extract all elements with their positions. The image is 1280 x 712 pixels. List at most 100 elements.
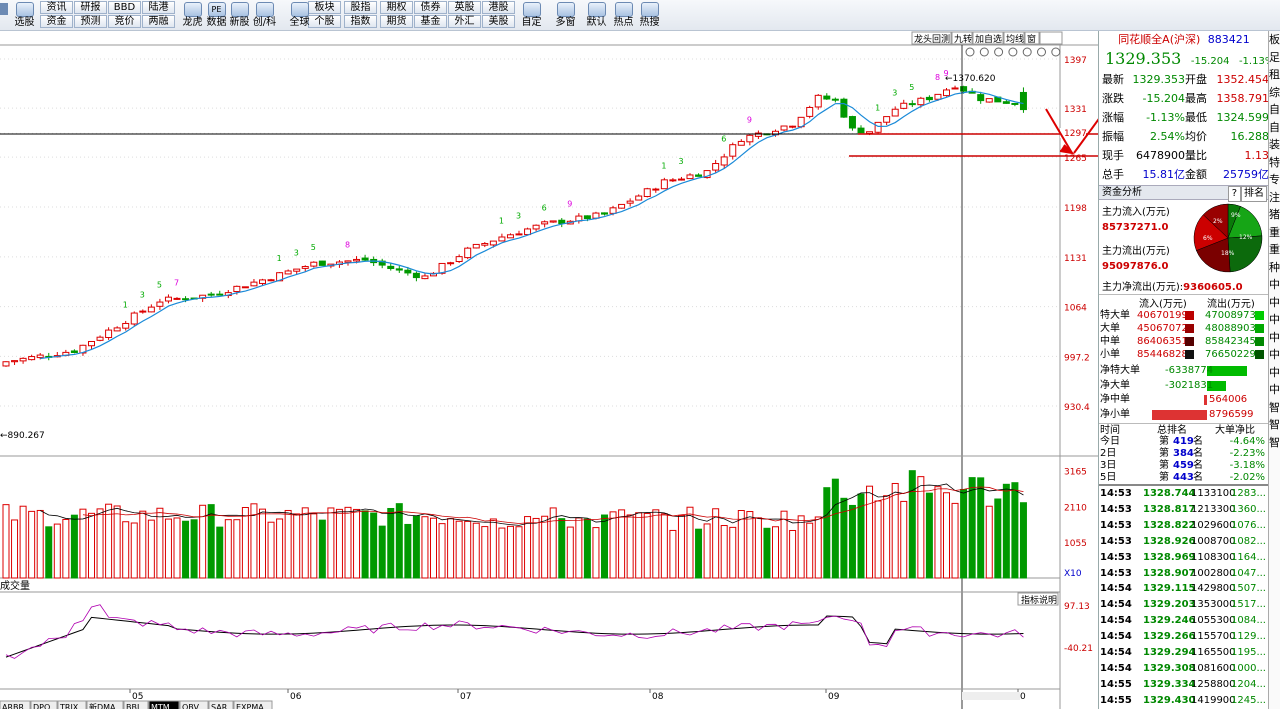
side-tab[interactable]: 自 xyxy=(1269,101,1280,119)
side-tab[interactable]: 中 xyxy=(1269,381,1280,399)
kline-chart-area[interactable]: 1397133112971265119811311064997.2930.4龙头… xyxy=(0,31,1261,712)
help-button[interactable]: ? xyxy=(1227,186,1241,202)
nine-turn-mark: 8 xyxy=(935,73,940,82)
volume-bar xyxy=(797,515,805,579)
side-tab[interactable]: 智 xyxy=(1269,434,1280,452)
rank-day: 2日 xyxy=(1100,448,1117,459)
side-tab[interactable]: 专 xyxy=(1269,171,1280,189)
quick-0-bottom[interactable]: 资金 xyxy=(40,15,73,28)
tick-row: 14:53 1328.969 1108300 1164... xyxy=(1099,550,1269,565)
side-tab[interactable]: 重 xyxy=(1269,241,1280,259)
side-tab[interactable]: 租 xyxy=(1269,66,1280,84)
quick-8-bottom[interactable]: 外汇 xyxy=(448,15,481,28)
tick-volume: 1258800 xyxy=(1191,678,1236,690)
quick-7-bottom[interactable]: 基金 xyxy=(414,15,447,28)
outflow-swatch xyxy=(1255,324,1264,333)
volume-bar xyxy=(455,520,463,579)
side-tab[interactable]: 装 xyxy=(1269,136,1280,154)
volume-bar xyxy=(139,510,147,579)
quick-7-top[interactable]: 债券 xyxy=(414,1,447,14)
side-tab[interactable]: 特 xyxy=(1269,154,1280,172)
quick-6-bottom[interactable]: 期货 xyxy=(380,15,413,28)
order-name: 大单 xyxy=(1100,323,1120,334)
candle-body xyxy=(985,98,993,103)
side-tab[interactable]: 重 xyxy=(1269,224,1280,242)
stock-title: 同花顺全A(沪深) 883421 xyxy=(1099,31,1269,48)
quote-row: 涨跌 -15.204 最高 1358.791 xyxy=(1099,89,1269,108)
quote-value: 2.54% xyxy=(1150,130,1185,143)
side-tab[interactable]: 中 xyxy=(1269,276,1280,294)
custom-button[interactable]: 自定 xyxy=(515,1,548,30)
rank-day: 今日 xyxy=(1100,436,1120,447)
side-tab-strip[interactable]: 板足租综自自装特专注猪重重种中中中中中中中智智智 xyxy=(1268,31,1280,709)
quick-3-bottom[interactable]: 两融 xyxy=(142,15,175,28)
nine-turn-mark: 1 xyxy=(123,300,128,309)
cut-icon xyxy=(1008,47,1018,57)
volume-label: 成交量 xyxy=(0,579,30,592)
side-tab[interactable]: 中 xyxy=(1269,311,1280,329)
chuang-ke-button[interactable]: 创/科 xyxy=(248,1,281,30)
outflow-label: 主力流出(万元) xyxy=(1102,246,1170,257)
quick-1-bottom[interactable]: 预测 xyxy=(74,15,107,28)
side-tab[interactable]: 足 xyxy=(1269,49,1280,67)
side-tab[interactable]: 综 xyxy=(1269,84,1280,102)
quick-8-top[interactable]: 英股 xyxy=(448,1,481,14)
order-outflow: 85842345 xyxy=(1205,336,1256,347)
side-tab[interactable]: 智 xyxy=(1269,399,1280,417)
side-tab[interactable]: 智 xyxy=(1269,416,1280,434)
chart-top-tab-label: 龙头回测 xyxy=(914,33,950,45)
candle-body xyxy=(404,269,412,274)
tick-volume: 1108300 xyxy=(1191,551,1236,563)
indicator-help-label: 指标说明 xyxy=(1021,594,1057,606)
hot-search-button[interactable]: 热搜 xyxy=(633,1,666,30)
volume-bar xyxy=(28,510,36,579)
rank-number: 419 xyxy=(1173,436,1194,447)
side-tab[interactable]: 中 xyxy=(1269,329,1280,347)
quick-5-top[interactable]: 股指 xyxy=(344,1,377,14)
tick-price: 1328.907 xyxy=(1143,567,1196,579)
candle-body xyxy=(1011,102,1019,105)
volume-bar xyxy=(575,517,583,579)
side-tab[interactable]: 种 xyxy=(1269,259,1280,277)
quick-6-top[interactable]: 期权 xyxy=(380,1,413,14)
tick-price: 1329.115 xyxy=(1143,583,1196,595)
volume-bar xyxy=(1011,482,1019,579)
rank-button[interactable]: 排名 xyxy=(1241,186,1267,202)
quick-2-top[interactable]: BBD xyxy=(108,1,141,14)
kline-chart-svg[interactable]: 1397133112971265119811311064997.2930.4龙头… xyxy=(0,31,1261,712)
tick-row: 14:54 1329.246 1055300 1084... xyxy=(1099,613,1269,628)
select-stock-button[interactable]: 选股 xyxy=(8,1,41,30)
side-tab[interactable]: 板 xyxy=(1269,31,1280,49)
side-tab[interactable]: 中 xyxy=(1269,346,1280,364)
back-arrow-icon[interactable] xyxy=(0,3,8,15)
rank-suffix: 名 xyxy=(1193,460,1203,471)
side-tab[interactable]: 中 xyxy=(1269,364,1280,382)
side-tab[interactable]: 注 xyxy=(1269,189,1280,207)
quick-5-bottom[interactable]: 指数 xyxy=(344,15,377,28)
price-axis-label: 1064 xyxy=(1064,304,1087,314)
quick-9-top[interactable]: 港股 xyxy=(482,1,515,14)
volume-bar xyxy=(472,522,480,579)
candle-body xyxy=(583,215,591,220)
quick-2-bottom[interactable]: 竞价 xyxy=(108,15,141,28)
volume-bar xyxy=(951,502,959,579)
quick-0-top[interactable]: 资讯 xyxy=(40,1,73,14)
tick-volume: 1429800 xyxy=(1191,583,1236,595)
multi-window-button[interactable]: 多窗 xyxy=(549,1,582,30)
candle-body xyxy=(96,336,104,341)
indicator-tab-label: OBV xyxy=(182,703,200,709)
nine-turn-mark: 6 xyxy=(542,204,547,213)
quick-9-bottom[interactable]: 美股 xyxy=(482,15,515,28)
quick-3-top[interactable]: 陆港 xyxy=(142,1,175,14)
volume-bar xyxy=(370,512,378,579)
globe-button[interactable]: 全球 xyxy=(283,1,316,30)
volume-bar xyxy=(515,526,523,579)
side-tab[interactable]: 猪 xyxy=(1269,206,1280,224)
side-tab[interactable]: 自 xyxy=(1269,119,1280,137)
quick-1-top[interactable]: 研报 xyxy=(74,1,107,14)
candle-body xyxy=(250,281,258,287)
volume-bar xyxy=(293,513,301,579)
side-tab[interactable]: 中 xyxy=(1269,294,1280,312)
candle-body xyxy=(113,327,121,332)
candle-body xyxy=(284,270,292,275)
